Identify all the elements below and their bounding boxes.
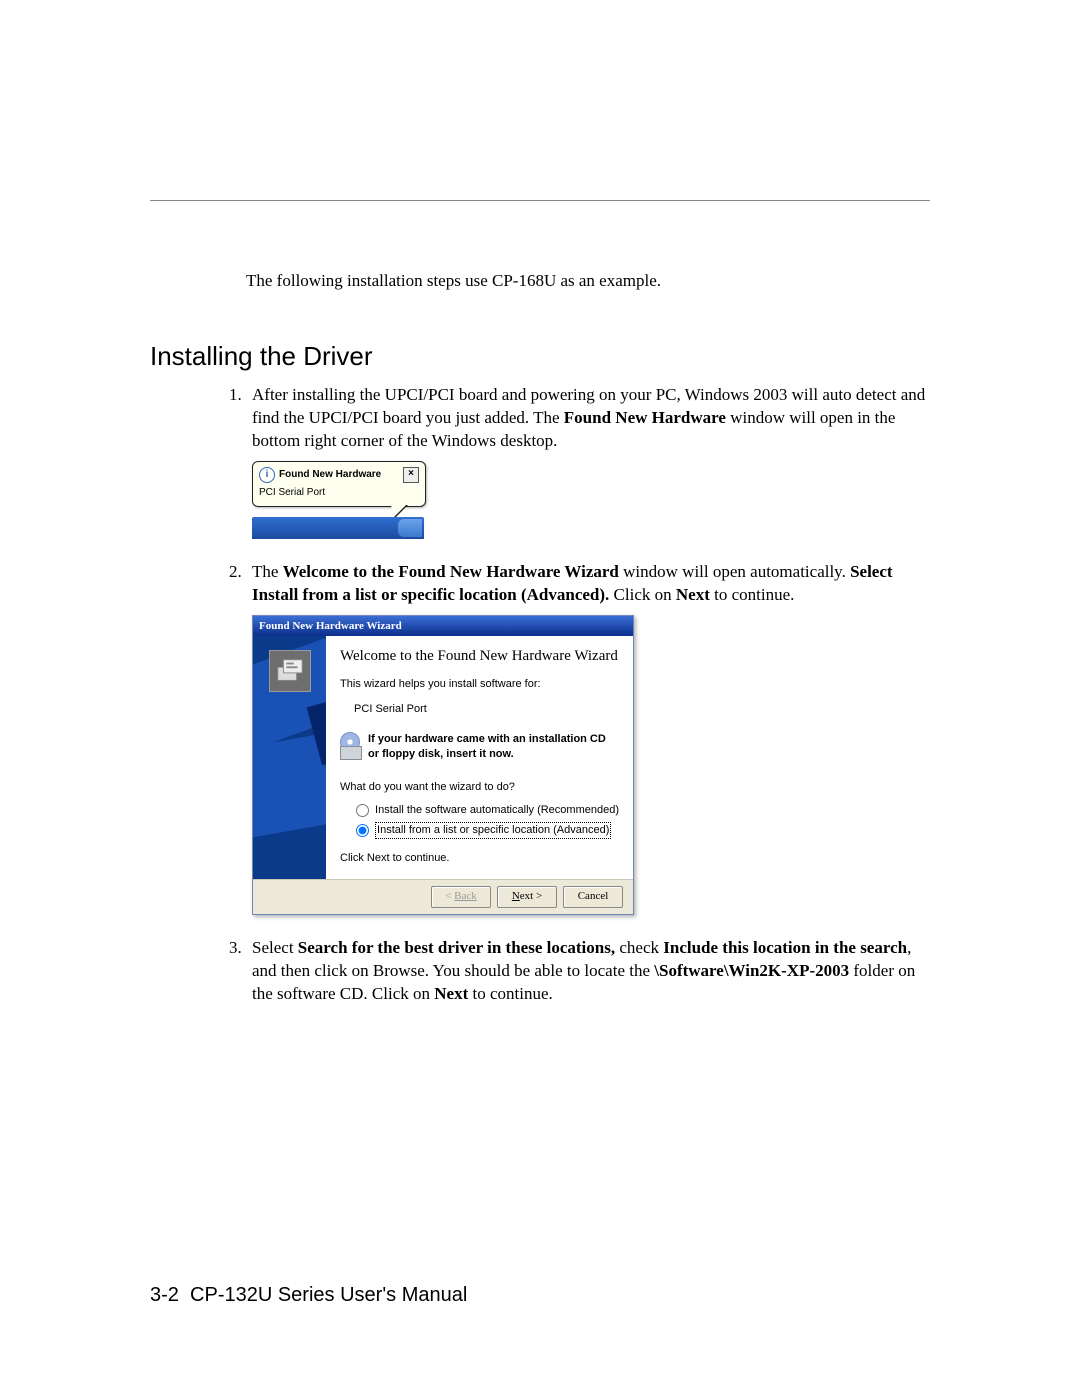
bold: Include this location in the search [663,938,907,957]
system-tray [398,519,422,537]
cd-hint: If your hardware came with an installati… [340,732,619,762]
bold: \Software\Win2K-XP-2003 [654,961,849,980]
steps-list: After installing the UPCI/PCI board and … [246,384,930,1006]
wizard-sidebar [253,636,326,880]
wizard-body: Welcome to the Found New Hardware Wizard… [326,636,633,880]
text: to continue. [710,585,795,604]
wizard-subtext: This wizard helps you install software f… [340,677,619,692]
page-footer: 3-2 CP-132U Series User's Manual [150,1284,467,1307]
step-3: Select Search for the best driver in the… [246,937,930,1006]
wizard-heading: Welcome to the Found New Hardware Wizard [340,648,619,665]
cd-icon [340,732,360,760]
text: check [615,938,663,957]
wizard-titlebar: Found New Hardware Wizard [253,616,633,636]
close-icon[interactable]: × [403,467,419,483]
bold: Welcome to the Found New Hardware Wizard [283,562,619,581]
page-number: 3-2 [150,1284,179,1306]
cd-line2: or floppy disk, insert it now. [368,747,606,762]
step-1: After installing the UPCI/PCI board and … [246,384,930,539]
section-heading: Installing the Driver [150,341,930,372]
text: The [252,562,283,581]
step-2: The Welcome to the Found New Hardware Wi… [246,561,930,916]
horizontal-rule [150,200,930,201]
taskbar [252,517,424,539]
text: to continue. [468,984,553,1003]
wizard-window: Found New Hardware Wizard Welcome to the… [252,615,634,916]
radio-list-label: Install from a list or specific location… [375,822,611,839]
manual-title: CP-132U Series User's Manual [190,1284,467,1306]
balloon-title: Found New Hardware [279,469,381,480]
wizard-continue: Click Next to continue. [340,851,619,866]
radio-auto[interactable]: Install the software automatically (Reco… [356,803,619,818]
radio-list[interactable]: Install from a list or specific location… [356,822,619,839]
balloon-device: PCI Serial Port [259,487,419,498]
intro-text: The following installation steps use CP-… [246,271,930,291]
balloon-screenshot: i Found New Hardware × PCI Serial Port [252,461,930,539]
wizard-footer: < Back Next > Cancel [253,879,633,914]
cd-line1: If your hardware came with an installati… [368,732,606,747]
wizard-question: What do you want the wizard to do? [340,780,619,795]
text: Select [252,938,298,957]
bold: Next [676,585,710,604]
device-icon [269,650,311,692]
wizard-options: Install the software automatically (Reco… [356,803,619,839]
radio-auto-label: Install the software automatically (Reco… [375,803,619,818]
document-page: The following installation steps use CP-… [0,0,1080,1397]
back-button: < Back [431,886,491,908]
radio-auto-input[interactable] [356,804,369,817]
found-new-hardware-balloon: i Found New Hardware × PCI Serial Port [252,461,426,507]
info-icon: i [259,467,275,483]
wizard-device: PCI Serial Port [354,702,619,717]
next-button[interactable]: Next > [497,886,557,908]
bold: Found New Hardware [564,408,726,427]
text: Click on [609,585,676,604]
bold: Next [434,984,468,1003]
bold: Search for the best driver in these loca… [298,938,615,957]
cancel-button[interactable]: Cancel [563,886,623,908]
radio-list-input[interactable] [356,824,369,837]
text: window will open automatically. [619,562,850,581]
